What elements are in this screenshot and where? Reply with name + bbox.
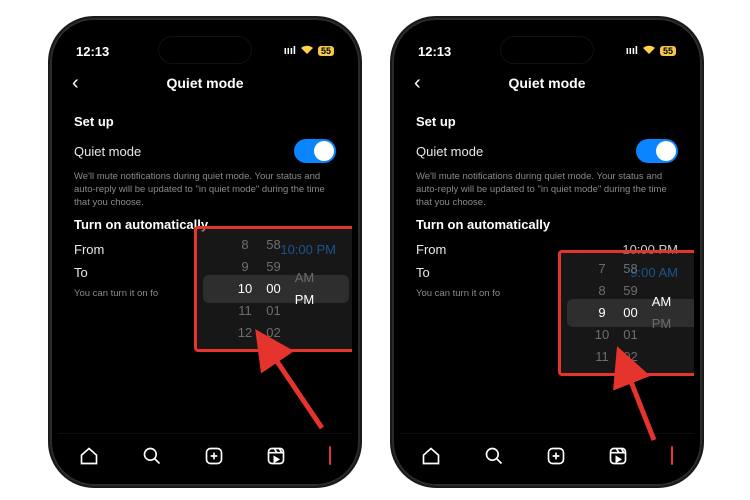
phone-right: 12:13 ıııl 55 ‹ Quiet mode Set up Quiet … [390,16,704,488]
picker-hour-column[interactable]: 7 8 9 10 11 [595,258,609,368]
search-icon[interactable] [142,446,162,466]
battery-icon: 55 [660,46,676,56]
quiet-mode-toggle[interactable] [636,139,678,163]
nav-bar: ‹ Quiet mode [400,66,694,100]
status-time: 12:13 [418,44,451,59]
time-picker[interactable]: 7 8 9 10 11 58 59 00 01 02 [558,250,694,376]
picker-hour-column[interactable]: 8 9 10 11 12 [238,234,252,344]
picker-minute-column[interactable]: 58 59 00 01 02 [266,234,280,344]
picker-period-column[interactable]: AM PM [652,291,672,335]
wifi-icon [642,45,656,58]
home-icon[interactable] [421,446,441,466]
wifi-icon [300,45,314,58]
picker-period-column[interactable]: AM PM [295,267,315,311]
quiet-mode-label: Quiet mode [416,144,483,159]
battery-icon: 55 [318,46,334,56]
nav-bar: ‹ Quiet mode [58,66,352,100]
tab-bar [400,433,694,478]
profile-icon[interactable] [329,447,331,465]
cellular-icon: ıııl [626,45,638,57]
page-title: Quiet mode [508,75,585,91]
status-time: 12:13 [76,44,109,59]
page-title: Quiet mode [166,75,243,91]
section-setup: Set up [416,114,678,129]
to-label: To [416,265,430,280]
time-picker[interactable]: 8 9 10 11 12 58 59 00 01 02 [194,226,352,352]
tab-bar [58,433,352,478]
phone-left: 12:13 ıııl 55 ‹ Quiet mode Set up Quiet … [48,16,362,488]
quiet-mode-description: We'll mute notifications during quiet mo… [74,171,336,209]
back-icon[interactable]: ‹ [414,72,421,95]
section-auto: Turn on automatically [416,217,678,232]
dynamic-island [158,36,252,64]
home-icon[interactable] [79,446,99,466]
picker-minute-column[interactable]: 58 59 00 01 02 [623,258,637,368]
to-label: To [74,265,88,280]
section-setup: Set up [74,114,336,129]
reels-icon[interactable] [608,446,628,466]
back-icon[interactable]: ‹ [72,72,79,95]
dynamic-island [500,36,594,64]
quiet-mode-toggle[interactable] [294,139,336,163]
create-icon[interactable] [204,446,224,466]
quiet-mode-description: We'll mute notifications during quiet mo… [416,171,678,209]
cellular-icon: ıııl [284,45,296,57]
search-icon[interactable] [484,446,504,466]
profile-icon[interactable] [671,447,673,465]
create-icon[interactable] [546,446,566,466]
reels-icon[interactable] [266,446,286,466]
from-label: From [416,242,446,257]
quiet-mode-label: Quiet mode [74,144,141,159]
from-label: From [74,242,104,257]
